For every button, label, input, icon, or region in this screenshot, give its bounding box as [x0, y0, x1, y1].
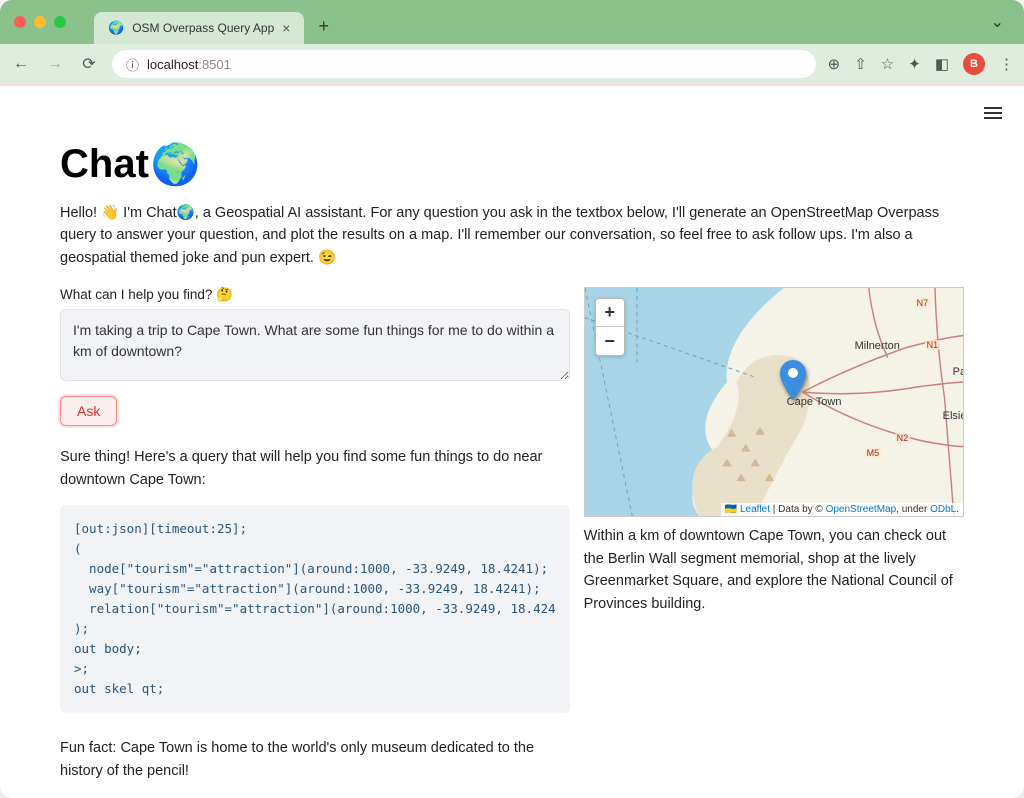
- leaflet-link[interactable]: Leaflet: [740, 504, 770, 515]
- minimize-window-button[interactable]: [34, 16, 46, 28]
- map-label-elsies: Elsiesrivier: [943, 410, 964, 422]
- traffic-lights: [14, 16, 66, 28]
- ask-button[interactable]: Ask: [60, 396, 117, 426]
- panel-icon[interactable]: ◧: [935, 55, 949, 73]
- map-road-n2: N2: [895, 433, 911, 443]
- response-intro: Sure thing! Here's a query that will hel…: [60, 446, 570, 491]
- map-road-m5: M5: [865, 448, 882, 458]
- map-caption: Within a km of downtown Cape Town, you c…: [584, 525, 964, 615]
- site-info-icon[interactable]: ⓘ: [126, 55, 139, 74]
- zoom-in-button[interactable]: +: [596, 299, 624, 327]
- globe-icon: 🌍: [151, 141, 201, 188]
- address-bar[interactable]: ⓘ localhost:8501: [112, 50, 816, 78]
- map-label-parow: Parow: [953, 366, 964, 378]
- url-port: :8501: [198, 57, 231, 72]
- sidebar-toggle-icon[interactable]: [984, 104, 1002, 122]
- tab-title: OSM Overpass Query App: [132, 21, 274, 35]
- new-tab-button[interactable]: +: [318, 16, 329, 37]
- page-viewport: Chat🌍 Hello! 👋 I'm Chat🌍, a Geospatial A…: [0, 84, 1024, 798]
- profile-avatar[interactable]: B: [963, 53, 985, 75]
- url-host: localhost: [147, 57, 198, 72]
- bookmark-icon[interactable]: ☆: [881, 55, 894, 73]
- map-zoom-control: + −: [595, 298, 625, 356]
- tab-favicon-icon: 🌍: [108, 20, 124, 36]
- overpass-query-code: [out:json][timeout:25]; ( node["tourism"…: [60, 505, 570, 713]
- zoom-icon[interactable]: ⊕: [828, 55, 841, 73]
- forward-button[interactable]: →: [44, 55, 66, 73]
- map-attribution: 🇺🇦 Leaflet | Data by © OpenStreetMap, un…: [721, 503, 963, 516]
- browser-tab[interactable]: 🌍 OSM Overpass Query App ×: [94, 12, 304, 44]
- odbl-link[interactable]: ODbL: [930, 504, 956, 515]
- reload-button[interactable]: ⟳: [78, 54, 100, 74]
- chevron-down-icon[interactable]: ⌄: [991, 12, 1010, 32]
- extensions-icon[interactable]: ✦: [908, 55, 921, 73]
- map-label-milnerton: Milnerton: [855, 340, 900, 352]
- browser-toolbar: ← → ⟳ ⓘ localhost:8501 ⊕ ⇧ ☆ ✦ ◧ B ⋮: [0, 44, 1024, 84]
- map-widget[interactable]: + − Cape Town Milnerton Parow Elsiesrivi…: [584, 287, 964, 517]
- menu-icon[interactable]: ⋮: [999, 55, 1014, 73]
- close-window-button[interactable]: [14, 16, 26, 28]
- map-road-n7: N7: [915, 298, 931, 308]
- maximize-window-button[interactable]: [54, 16, 66, 28]
- intro-text: Hello! 👋 I'm Chat🌍, a Geospatial AI assi…: [60, 202, 964, 269]
- question-input[interactable]: [60, 309, 570, 381]
- fun-fact-text: Fun fact: Cape Town is home to the world…: [60, 737, 570, 782]
- map-marker-icon[interactable]: [780, 360, 806, 405]
- prompt-label: What can I help you find? 🤔: [60, 287, 570, 303]
- tab-close-icon[interactable]: ×: [282, 20, 290, 36]
- back-button[interactable]: ←: [10, 55, 32, 73]
- share-icon[interactable]: ⇧: [854, 55, 867, 73]
- map-road-n1: N1: [925, 340, 941, 350]
- osm-link[interactable]: OpenStreetMap: [826, 504, 897, 515]
- window-titlebar: 🌍 OSM Overpass Query App × + ⌄: [0, 0, 1024, 44]
- zoom-out-button[interactable]: −: [596, 327, 624, 355]
- page-title: Chat🌍: [60, 141, 964, 188]
